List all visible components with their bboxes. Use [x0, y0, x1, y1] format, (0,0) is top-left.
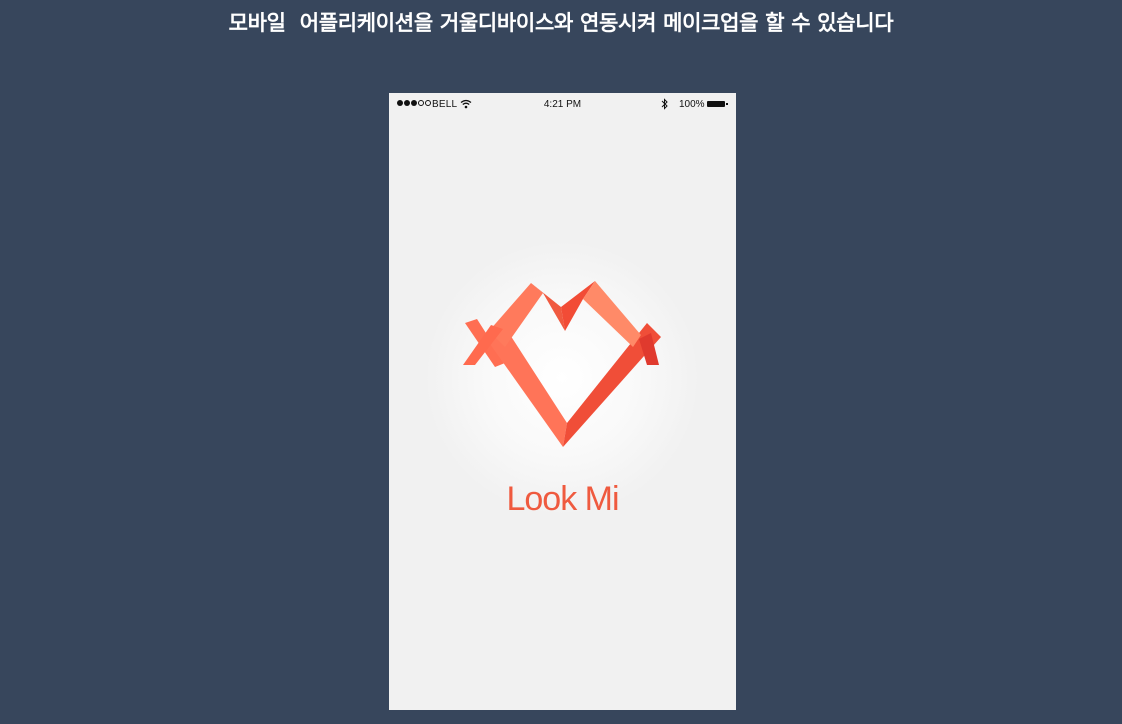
- status-bar: BELL 4:21 PM 100%: [389, 93, 736, 117]
- page-headline: 모바일 어플리케이션을 거울디바이스와 연동시켜 메이크업을 할 수 있습니다: [228, 11, 894, 35]
- bluetooth-icon: [661, 98, 668, 113]
- phone-screen: BELL 4:21 PM 100% Look Mi: [389, 93, 736, 710]
- battery-icon: [707, 101, 728, 107]
- app-name: Look Mi: [506, 480, 619, 518]
- ribbon-heart-icon: [463, 279, 663, 453]
- battery-percentage: 100%: [679, 99, 705, 110]
